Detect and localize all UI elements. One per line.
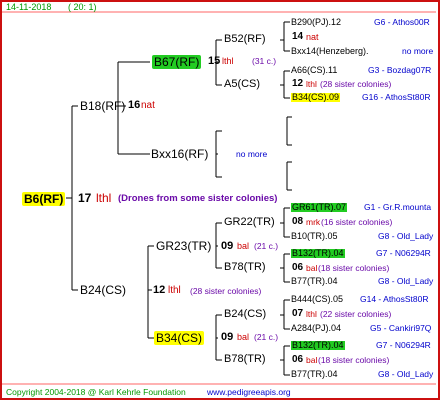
- gen2-c-number: 09: [221, 240, 234, 252]
- footer-copyright: Copyright 2004-2018 @ Karl Kehrle Founda…: [6, 387, 186, 397]
- gen1-top-mark: nat: [141, 100, 155, 111]
- gen2-d-mark: bal: [237, 332, 250, 342]
- gen4-11-link[interactable]: G7 - N06294R: [376, 341, 431, 350]
- gen4-3-id: A66(CS).11: [291, 65, 338, 75]
- gen4-2-id: Bxx14(Henzeberg).: [291, 46, 369, 56]
- gen2-a-id: B67(RF): [152, 55, 202, 69]
- gen4-10-link[interactable]: G5 - Cankiri97Q: [370, 324, 431, 333]
- root-bee-id: B6(RF): [22, 192, 66, 206]
- gen4-4-id: B34(CS).09: [291, 92, 341, 102]
- gen2-a-mark: lthl: [222, 56, 234, 66]
- gen3-d2-note: (18 sister colonies): [318, 355, 390, 365]
- gen3-a2-number: 12: [292, 78, 304, 89]
- gen4-11-id: B132(TR).04: [291, 340, 345, 350]
- gen2-b-id: Bxx16(RF): [151, 147, 209, 161]
- gen4-12-id: B77(TR).04: [291, 369, 338, 379]
- gen2-d-id: B34(CS): [154, 331, 205, 345]
- gen3-a2-mark: lthl: [306, 79, 317, 89]
- gen3-d1-number: 07: [292, 308, 304, 319]
- gen4-5-link[interactable]: G1 - Gr.R.mounta: [364, 203, 431, 212]
- gen3-c2-id: B78(TR): [224, 261, 266, 273]
- gen1-top-id: B18(RF): [80, 99, 126, 113]
- gen4-7-link[interactable]: G7 - N06294R: [376, 249, 431, 258]
- gen4-10-id: A284(PJ).04: [291, 323, 342, 333]
- gen3-a1-id: B52(RF): [224, 33, 266, 45]
- gen3-d1-mark: lthl: [306, 309, 317, 319]
- gen3-c2-note: (18 sister colonies): [318, 263, 390, 273]
- gen3-a2-id: A5(CS): [224, 78, 261, 90]
- gen1-bottom-number: 12: [153, 284, 166, 296]
- gen4-9-id: B444(CS).05: [291, 294, 344, 304]
- gen2-c-id: GR23(TR): [156, 239, 212, 253]
- root-number: 17: [78, 191, 92, 205]
- gen3-c1-mark: mrk: [306, 217, 321, 227]
- gen4-8-id: B77(TR).04: [291, 276, 338, 286]
- gen4-6-id: B10(TR).05: [291, 231, 338, 241]
- gen3-d2-mark: bal: [306, 355, 318, 365]
- gen1-bottom-note: (28 sister colonies): [190, 286, 262, 296]
- gen1-bottom-id: B24(CS): [80, 283, 127, 297]
- gen2-a-number: 15: [208, 55, 221, 67]
- root-note: (Drones from some sister colonies): [118, 193, 278, 204]
- gen4-6-link[interactable]: G8 - Old_Lady: [378, 232, 433, 241]
- gen4-1-id: B290(PJ).12: [291, 17, 342, 27]
- gen3-d2-id: B78(TR): [224, 353, 266, 365]
- gen3-a1-mark: nat: [306, 32, 319, 42]
- gen4-9-link[interactable]: G14 - AthosSt80R: [360, 295, 429, 304]
- gen4-8-link[interactable]: G8 - Old_Lady: [378, 277, 433, 286]
- header-date: 14-11-2018: [6, 2, 52, 12]
- gen3-c2-number: 06: [292, 262, 304, 273]
- gen1-bottom-mark: lthl: [168, 285, 181, 296]
- gen2-a-note: (31 c.): [252, 56, 277, 66]
- gen2-d-number: 09: [221, 331, 234, 343]
- gen3-c1-id: GR22(TR): [224, 216, 275, 228]
- gen3-d1-note: (22 sister colonies): [320, 309, 392, 319]
- gen3-a2-note: (28 sister colonies): [320, 79, 392, 89]
- gen2-b-note: no more: [236, 149, 268, 159]
- footer-website-link[interactable]: www.pedigreeapis.org: [207, 388, 291, 397]
- gen4-7-id: B132(TR).04: [291, 248, 345, 258]
- gen3-d1-id: B24(CS): [224, 308, 267, 320]
- gen1-top-number: 16: [128, 99, 141, 111]
- header-ids: ( 20: 1): [68, 2, 97, 12]
- gen3-a1-number: 14: [292, 31, 304, 42]
- gen3-c1-note: (16 sister colonies): [321, 217, 393, 227]
- gen4-2-link: no more: [402, 46, 434, 56]
- gen2-c-note: (21 c.): [254, 241, 279, 251]
- gen2-c-mark: bal: [237, 241, 250, 251]
- root-mark: lthl: [96, 191, 112, 205]
- gen4-3-link[interactable]: G3 - Bozdag07R: [368, 66, 431, 75]
- gen3-c2-mark: bal: [306, 263, 318, 273]
- gen3-c1-number: 08: [292, 216, 304, 227]
- gen3-d2-number: 06: [292, 354, 304, 365]
- gen4-12-link[interactable]: G8 - Old_Lady: [378, 370, 433, 379]
- gen4-1-link[interactable]: G6 - Athos00R: [374, 18, 430, 27]
- gen4-5-id: GR61(TR).07: [291, 202, 348, 212]
- gen4-4-link[interactable]: G16 - AthosSt80R: [362, 93, 431, 102]
- gen2-d-note: (21 c.): [254, 332, 279, 342]
